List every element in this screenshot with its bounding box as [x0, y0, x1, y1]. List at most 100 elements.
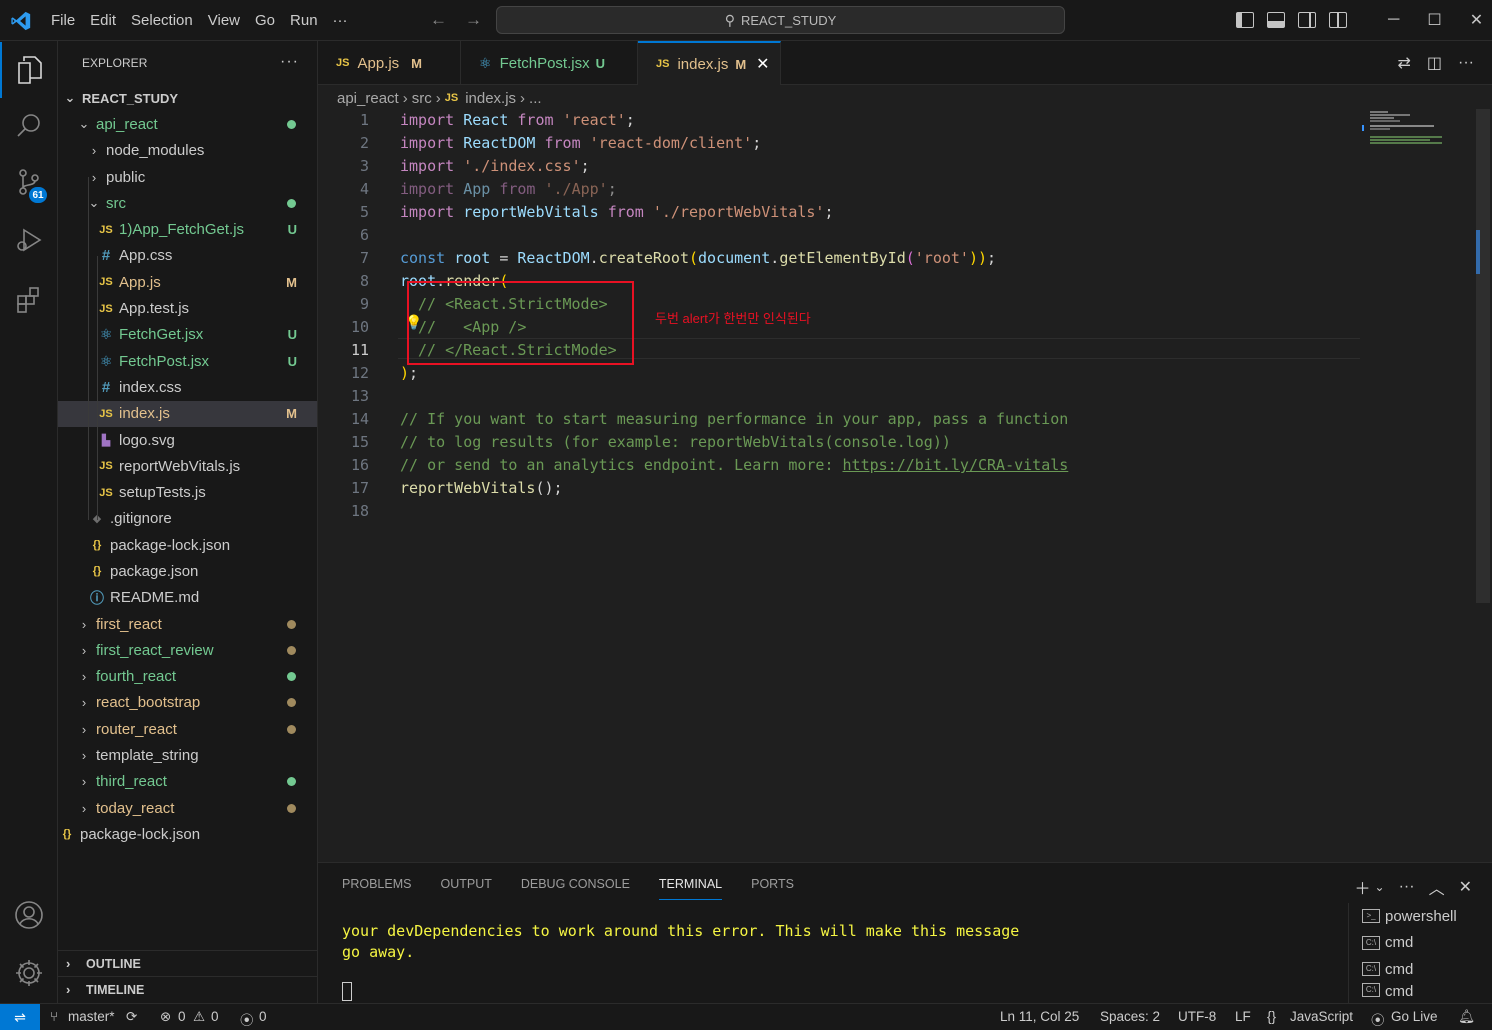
bell-icon[interactable]: 🔔︎	[1458, 1009, 1475, 1025]
split-editor-icon[interactable]: ◫	[1427, 53, 1442, 73]
explorer-activity-icon[interactable]	[0, 42, 58, 98]
run-debug-icon[interactable]	[0, 212, 58, 268]
extensions-icon[interactable]	[0, 272, 58, 328]
terminal-item-cmd[interactable]: C:\ cmd	[1349, 930, 1492, 957]
broadcast-icon[interactable]: ⦿	[240, 1009, 254, 1029]
customize-layout-icon[interactable]	[1329, 12, 1347, 28]
tab-terminal[interactable]: TERMINAL	[658, 877, 723, 900]
more-actions-icon[interactable]: ···	[1458, 54, 1474, 72]
code-editor[interactable]: 1 2 3 4 5 6 7 8 9 10 11 12 13 14 15 16 17 18 import React…	[318, 109, 1492, 861]
manage-gear-icon[interactable]	[0, 945, 58, 1001]
cursor-position[interactable]: Ln 11, Col 25	[1000, 1009, 1079, 1024]
indentation[interactable]: Spaces: 2	[1100, 1009, 1160, 1024]
source-control-icon[interactable]	[0, 154, 58, 210]
git-status-badge: M	[286, 406, 297, 422]
error-icon[interactable]: ⊗	[160, 1009, 171, 1025]
terminal-output[interactable]: your devDependencies to work around this…	[342, 921, 1019, 963]
menu-selection[interactable]: Selection	[131, 12, 193, 29]
error-count[interactable]: 0	[178, 1009, 186, 1024]
tab-output[interactable]: OUTPUT	[440, 877, 491, 900]
explorer-sidebar: EXPLORER ··· ⌄ REACT_STUDY ⌄ api_react › no…	[58, 41, 318, 1003]
maximize-icon[interactable]: ☐	[1427, 10, 1441, 30]
folder-item[interactable]: › node_modules	[58, 138, 317, 164]
go-live-button[interactable]: Go Live	[1391, 1009, 1438, 1024]
folder-item[interactable]: ⌄ src	[58, 190, 317, 216]
tab-label: index.js	[677, 55, 729, 73]
breadcrumb-folder[interactable]: src	[412, 90, 432, 107]
file-item[interactable]: {} package-lock.json	[58, 821, 317, 847]
tab-app-js[interactable]: JS App.js M	[318, 41, 461, 85]
code-line: import './index.css';	[400, 157, 590, 175]
git-branch[interactable]: master*	[68, 1009, 115, 1024]
language-mode[interactable]: JavaScript	[1290, 1009, 1353, 1024]
close-panel-icon[interactable]: ✕	[1459, 877, 1472, 897]
command-center-search[interactable]: ⚲ REACT_STUDY	[496, 6, 1065, 34]
menu-edit[interactable]: Edit	[90, 12, 116, 29]
close-tab-icon[interactable]: ✕	[756, 54, 769, 74]
terminal-item-cmd[interactable]: C:\ cmd	[1349, 956, 1492, 983]
encoding[interactable]: UTF-8	[1178, 1009, 1216, 1024]
arrow-left-icon[interactable]: ←	[430, 10, 447, 30]
file-item[interactable]: {} package-lock.json	[58, 532, 317, 558]
folder-item[interactable]: › fourth_react	[58, 664, 317, 690]
new-terminal-plus-icon[interactable]: ＋	[1355, 875, 1371, 899]
toggle-primary-sidebar-icon[interactable]	[1236, 12, 1254, 28]
ports-count[interactable]: 0	[259, 1009, 267, 1024]
menu-go[interactable]: Go	[255, 12, 275, 29]
link[interactable]: https://bit.ly/CRA-vitals	[843, 456, 1069, 474]
close-window-icon[interactable]: ✕	[1470, 10, 1483, 30]
maximize-panel-chevron-up-icon[interactable]: ︿	[1429, 875, 1445, 899]
minimap[interactable]	[1362, 109, 1472, 149]
sync-icon[interactable]: ⟳	[126, 1009, 137, 1025]
search-activity-icon[interactable]	[0, 98, 58, 154]
breadcrumb-folder[interactable]: api_react	[337, 90, 399, 107]
terminal-item-powershell[interactable]: >_ powershell	[1349, 903, 1492, 930]
end-of-line[interactable]: LF	[1235, 1009, 1251, 1024]
file-item[interactable]: ⓘ README.md	[58, 585, 317, 611]
arrow-right-icon[interactable]: →	[465, 10, 482, 30]
editor-scrollbar[interactable]	[1476, 109, 1490, 603]
breadcrumb-file[interactable]: index.js	[465, 90, 516, 107]
folder-item[interactable]: › first_react_review	[58, 637, 317, 663]
folder-item[interactable]: › react_bootstrap	[58, 690, 317, 716]
chevron-right-icon: ›	[81, 642, 87, 658]
tab-problems[interactable]: PROBLEMS	[342, 877, 411, 900]
menu-more[interactable]: ···	[333, 12, 348, 29]
accounts-icon[interactable]	[0, 887, 58, 943]
folder-item[interactable]: › public	[58, 164, 317, 190]
warning-icon[interactable]: ⚠	[193, 1009, 205, 1025]
more-actions-icon[interactable]: ···	[280, 53, 299, 71]
more-actions-icon[interactable]: ···	[1399, 878, 1415, 896]
tab-index-js[interactable]: JS index.js M ✕	[638, 41, 781, 85]
explorer-header: EXPLORER ···	[58, 41, 317, 85]
git-status-dot	[287, 619, 296, 629]
toggle-panel-icon[interactable]	[1267, 12, 1285, 28]
minimize-icon[interactable]: ─	[1388, 11, 1399, 29]
file-item[interactable]: {} package.json	[58, 558, 317, 584]
menu-view[interactable]: View	[208, 12, 240, 29]
terminal-item-cmd[interactable]: C:\ cmd	[1349, 982, 1492, 998]
workspace-root-folder[interactable]: ⌄ REACT_STUDY	[58, 85, 317, 111]
file-item[interactable]: JS 1)App_FetchGet.js U	[58, 216, 317, 242]
tab-debug-console[interactable]: DEBUG CONSOLE	[521, 877, 630, 900]
compare-changes-icon[interactable]: ⇄	[1397, 53, 1410, 73]
folder-item[interactable]: › today_react	[58, 795, 317, 821]
menu-file[interactable]: File	[51, 12, 75, 29]
toggle-secondary-sidebar-icon[interactable]	[1298, 12, 1316, 28]
tab-ports[interactable]: PORTS	[751, 877, 794, 900]
remote-indicator-icon[interactable]: ⇌	[0, 1004, 40, 1030]
warning-count[interactable]: 0	[211, 1009, 219, 1024]
chevron-down-icon[interactable]: ⌄	[1375, 880, 1385, 894]
tab-fetchpost-jsx[interactable]: ⚛ FetchPost.jsx U	[461, 41, 638, 85]
folder-item[interactable]: › third_react	[58, 769, 317, 795]
outline-title: OUTLINE	[86, 956, 141, 971]
timeline-section[interactable]: › TIMELINE	[58, 976, 318, 1002]
menu-run[interactable]: Run	[290, 12, 318, 29]
breadcrumb-symbol[interactable]: ...	[529, 90, 542, 107]
svg-file-icon: ▙	[101, 434, 111, 447]
folder-item[interactable]: ⌄ api_react	[58, 111, 317, 137]
folder-item[interactable]: › router_react	[58, 716, 317, 742]
outline-section[interactable]: › OUTLINE	[58, 950, 318, 976]
folder-item[interactable]: › first_react	[58, 611, 317, 637]
folder-item[interactable]: › template_string	[58, 742, 317, 768]
